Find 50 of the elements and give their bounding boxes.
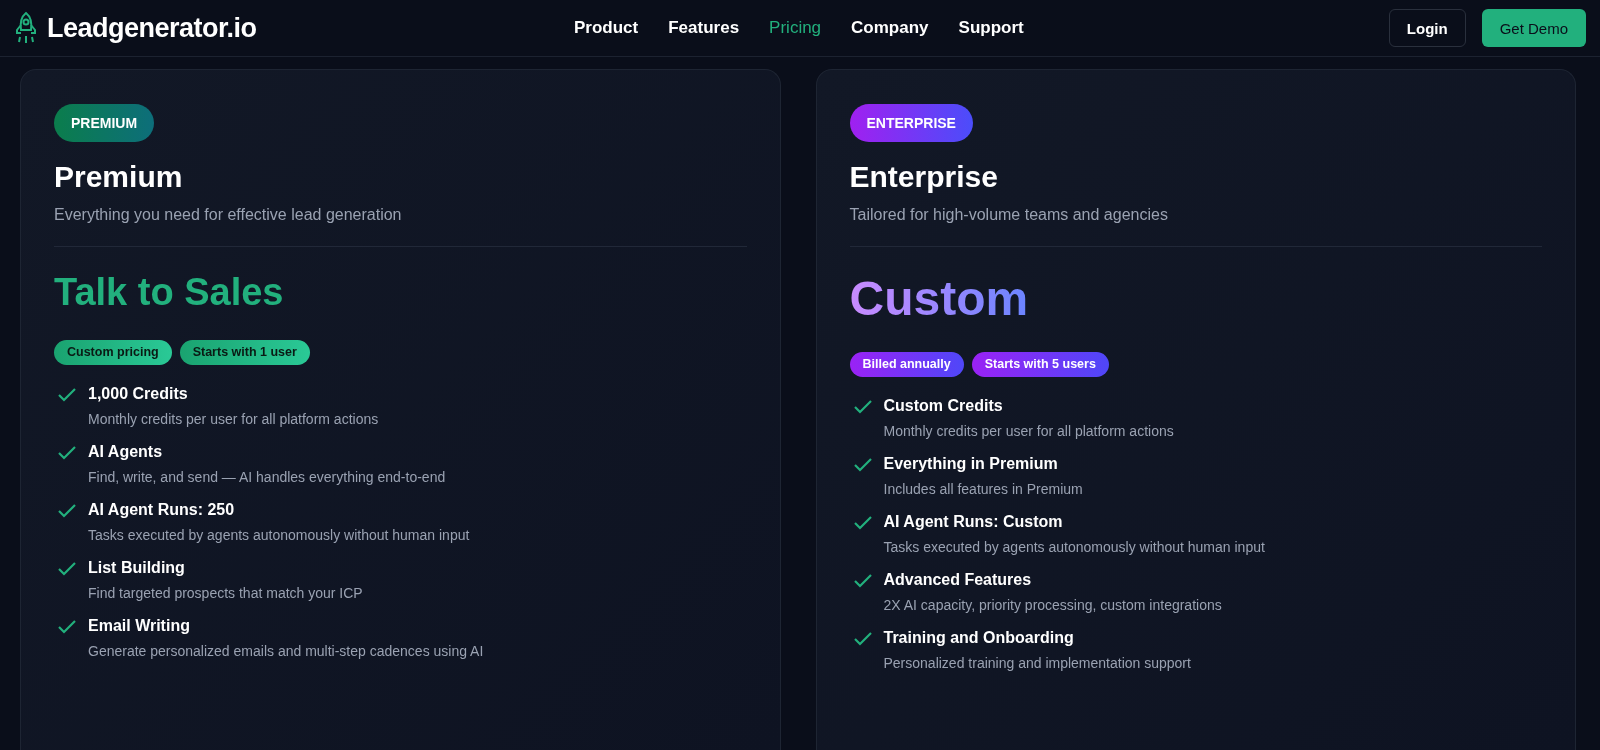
rocket-icon — [14, 11, 38, 45]
check-icon — [853, 458, 872, 472]
check-icon — [58, 504, 76, 518]
plan-badge: ENTERPRISE — [849, 104, 973, 142]
feature-description: Includes all features in Premium — [883, 481, 1083, 497]
feature-description: Tasks executed by agents autonomously without human input — [88, 527, 470, 543]
feature-title: AI Agent Runs: 250 — [88, 501, 236, 519]
check-icon — [853, 574, 872, 588]
nav-link[interactable]: Support — [958, 18, 1024, 38]
check-icon — [853, 632, 872, 646]
nav-link[interactable]: Product — [574, 18, 639, 38]
check-icon — [853, 516, 872, 530]
feature-description: Monthly credits per user for all platform actions — [88, 411, 379, 427]
nav-link[interactable]: Company — [851, 18, 929, 38]
nav-link[interactable]: Pricing — [769, 18, 822, 38]
feature-title: Advanced Features — [883, 571, 1033, 589]
get-demo-button[interactable]: Get Demo — [1481, 9, 1586, 47]
feature-title: 1,000 Credits — [88, 385, 189, 403]
check-icon — [58, 388, 76, 402]
feature-title: AI Agent Runs: Custom — [883, 513, 1064, 531]
feature-description: Tasks executed by agents autonomously without human input — [883, 539, 1265, 555]
plan-pill: Starts with 5 users — [971, 352, 1109, 377]
plan-price: Talk to Sales — [54, 271, 284, 313]
plan-title: Premium — [54, 160, 184, 194]
feature-title: Custom Credits — [883, 397, 1004, 415]
plan-title: Enterprise — [849, 160, 999, 194]
brand-logo[interactable]: Leadgenerator.io — [47, 12, 257, 44]
feature-description: Monthly credits per user for all platform actions — [883, 423, 1174, 439]
feature-title: Training and Onboarding — [883, 629, 1075, 647]
check-icon — [853, 400, 872, 414]
plan-pill: Starts with 1 user — [179, 340, 310, 365]
feature-title: AI Agents — [88, 443, 164, 461]
plan-tagline: Tailored for high-volume teams and agencies — [849, 206, 1169, 224]
feature-description: Generate personalized emails and multi-step cadences using AI — [88, 643, 484, 659]
plan-pill: Billed annually — [849, 352, 964, 377]
plan-pill: Custom pricing — [54, 340, 172, 365]
nav-link[interactable]: Features — [668, 18, 740, 38]
feature-description: Find, write, and send — AI handles everything end-to-end — [88, 469, 446, 485]
feature-title: Email Writing — [88, 617, 191, 635]
feature-description: Personalized training and implementation support — [883, 655, 1191, 671]
login-button[interactable]: Login — [1388, 9, 1466, 47]
check-icon — [58, 446, 76, 460]
feature-title: Everything in Premium — [883, 455, 1059, 473]
check-icon — [58, 620, 76, 634]
feature-description: 2X AI capacity, priority processing, custom integrations — [883, 597, 1222, 613]
feature-title: List Building — [88, 559, 186, 577]
plan-badge: PREMIUM — [54, 104, 155, 142]
check-icon — [58, 562, 76, 576]
feature-description: Find targeted prospects that match your ICP — [88, 585, 363, 601]
plan-tagline: Everything you need for effective lead generation — [54, 206, 403, 224]
